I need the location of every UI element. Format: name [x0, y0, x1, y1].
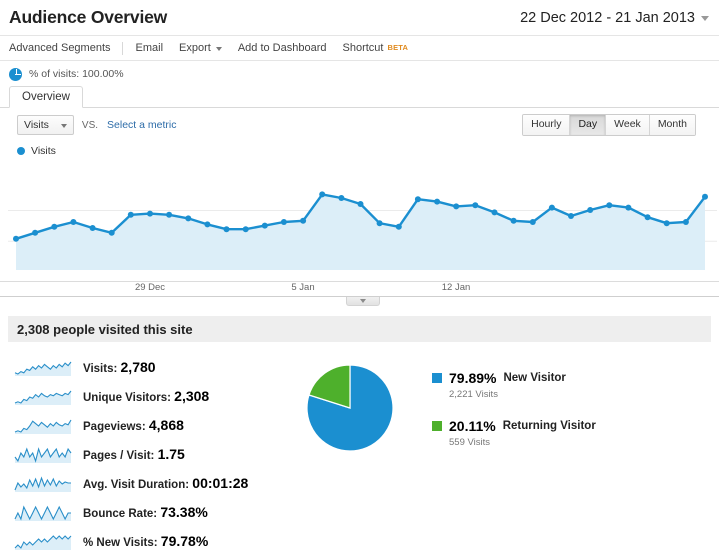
metric-value: 79.78%: [160, 532, 209, 549]
metric-value: 2,308: [174, 387, 210, 404]
vs-label: VS.: [81, 119, 99, 131]
sparkline-icon: [14, 419, 72, 434]
metric-select-value: Visits: [24, 119, 49, 131]
page-title: Audience Overview: [9, 6, 168, 27]
visits-line-chart-svg: [8, 191, 717, 270]
sparkline-icon: [14, 534, 72, 550]
granularity-week[interactable]: Week: [606, 115, 650, 135]
chart-collapse-row: [0, 297, 719, 308]
granularity-toggle-group: Hourly Day Week Month: [522, 114, 696, 136]
pie-chart-icon: [9, 67, 22, 81]
x-axis-tick-label: 5 Jan: [291, 282, 315, 293]
visits-line-chart[interactable]: [0, 160, 719, 280]
visitor-type-pie-svg: [306, 364, 394, 452]
x-axis-tick-label: 12 Jan: [441, 282, 471, 293]
metric-value: 1.75: [157, 445, 185, 462]
metric-row-pageviews[interactable]: Pageviews: 4,868: [14, 410, 300, 439]
x-axis-tick-label: 29 Dec: [134, 282, 166, 293]
metric-row-pages-per-visit[interactable]: Pages / Visit: 1.75: [14, 439, 300, 468]
chevron-down-icon: [215, 46, 222, 51]
chart-x-axis: 29 Dec 5 Jan 12 Jan: [0, 282, 719, 296]
metric-label: Avg. Visit Duration: 00:01:28: [83, 474, 249, 491]
metric-value: 2,780: [120, 358, 156, 375]
series-name-label: Visits: [31, 145, 56, 157]
metric-value: 73.38%: [160, 503, 208, 520]
legend-percent: 79.89%: [449, 370, 497, 386]
legend-color-swatch: [432, 421, 442, 431]
series-color-dot: [17, 147, 25, 155]
legend-visits-count: 559 Visits: [449, 437, 491, 448]
beta-badge: BETA: [387, 43, 409, 53]
metrics-list: Visits: 2,780 Unique Visitors: 2,308 Pag…: [0, 352, 300, 550]
metric-label: Pages / Visit: 1.75: [83, 445, 185, 462]
email-button[interactable]: Email: [128, 42, 172, 54]
toolbar-divider: [121, 41, 123, 55]
date-range-label: 22 Dec 2012 - 21 Jan 2013: [520, 9, 695, 26]
visitor-type-legend: 79.89% New Visitor 2,221 Visits 20.11% R…: [420, 352, 719, 550]
legend-visits-count: 2,221 Visits: [449, 389, 498, 400]
metric-row-avg-visit-duration[interactable]: Avg. Visit Duration: 00:01:28: [14, 468, 300, 497]
visitor-type-pie-chart[interactable]: [300, 352, 420, 550]
metric-select-dropdown[interactable]: Visits: [17, 115, 74, 135]
select-a-metric-link[interactable]: Select a metric: [107, 119, 176, 131]
sparkline-icon: [14, 390, 72, 405]
metric-label: Visits: 2,780: [83, 358, 156, 375]
legend-percent: 20.11%: [449, 418, 496, 434]
shortcut-label: Shortcut: [342, 41, 384, 54]
legend-label: Returning Visitor: [502, 420, 596, 432]
shortcut-button[interactable]: Shortcut BETA: [335, 41, 417, 54]
chevron-down-icon: [701, 16, 709, 21]
legend-label: New Visitor: [503, 372, 566, 384]
legend-row-returning-visitor[interactable]: 20.11% Returning Visitor 559 Visits: [432, 418, 719, 448]
export-label: Export: [179, 41, 211, 54]
toolbar: Advanced Segments Email Export Add to Da…: [0, 36, 719, 61]
tab-overview[interactable]: Overview: [9, 86, 83, 108]
sparkline-icon: [14, 504, 71, 521]
granularity-month[interactable]: Month: [649, 115, 695, 135]
add-to-dashboard-button[interactable]: Add to Dashboard: [230, 42, 335, 54]
metric-value: 4,868: [148, 416, 184, 433]
overview-lower-panel: Visits: 2,780 Unique Visitors: 2,308 Pag…: [0, 342, 719, 550]
advanced-segments-button[interactable]: Advanced Segments: [9, 42, 121, 54]
chart-series-legend: Visits: [0, 142, 719, 160]
granularity-day[interactable]: Day: [570, 115, 607, 135]
metric-label: Unique Visitors: 2,308: [83, 387, 210, 404]
legend-row-new-visitor[interactable]: 79.89% New Visitor 2,221 Visits: [432, 370, 719, 400]
metric-label: Pageviews: 4,868: [83, 416, 184, 433]
chart-collapse-handle[interactable]: [346, 297, 380, 306]
percent-of-visits-row: % of visits: 100.00%: [0, 63, 719, 85]
sparkline-icon: [14, 446, 72, 463]
visitors-summary-banner: 2,308 people visited this site: [8, 316, 711, 342]
percent-of-visits-label: % of visits: 100.00%: [29, 68, 124, 80]
page-header: Audience Overview 22 Dec 2012 - 21 Jan 2…: [0, 0, 719, 36]
export-button[interactable]: Export: [171, 41, 230, 54]
tab-bar: Overview: [0, 86, 719, 108]
date-range-picker[interactable]: 22 Dec 2012 - 21 Jan 2013: [520, 10, 709, 26]
sparkline-icon: [14, 361, 72, 376]
chevron-down-icon: [60, 123, 67, 128]
metric-selector-row: Visits VS. Select a metric Hourly Day We…: [0, 108, 719, 142]
metric-row-unique-visitors[interactable]: Unique Visitors: 2,308: [14, 381, 300, 410]
metric-row-bounce-rate[interactable]: Bounce Rate: 73.38%: [14, 497, 300, 526]
sparkline-icon: [14, 475, 71, 492]
metric-row-visits[interactable]: Visits: 2,780: [14, 352, 300, 381]
metric-label: % New Visits: 79.78%: [83, 532, 209, 549]
legend-color-swatch: [432, 373, 442, 383]
metric-value: 00:01:28: [192, 474, 249, 491]
metric-row-percent-new-visits[interactable]: % New Visits: 79.78%: [14, 526, 300, 550]
metric-label: Bounce Rate: 73.38%: [83, 503, 208, 520]
granularity-hourly[interactable]: Hourly: [523, 115, 571, 135]
